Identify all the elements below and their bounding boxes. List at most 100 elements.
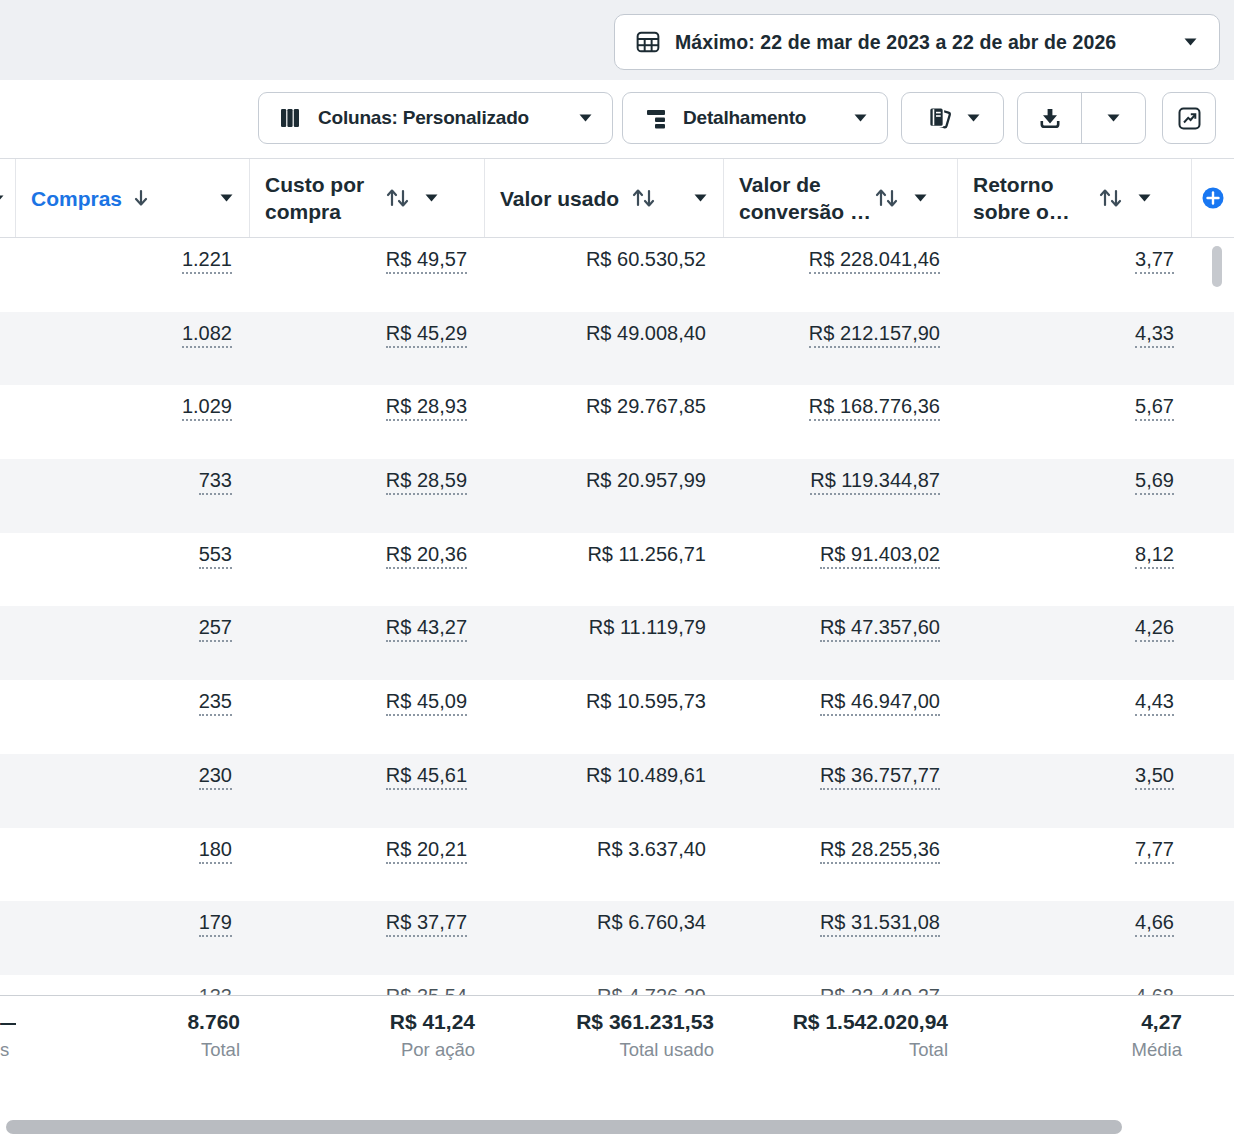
table-row: 235 R$ 45,09 R$ 10.595,73 R$ 46.947,00 4… <box>0 680 1234 754</box>
cell-valor-conversao[interactable]: R$ 168.776,36 <box>724 385 958 459</box>
cell-valor-conversao[interactable]: R$ 31.531,08 <box>724 901 958 975</box>
cell-custo-por-compra[interactable]: R$ 43,27 <box>250 606 485 680</box>
cell-valor-usado: R$ 3.637,40 <box>485 828 724 902</box>
chevron-down-icon <box>1107 114 1120 122</box>
cell-custo-por-compra[interactable]: R$ 45,29 <box>250 312 485 386</box>
chevron-down-icon <box>967 114 980 122</box>
cell-compras[interactable]: 180 <box>16 828 250 902</box>
cell-compras[interactable]: 733 <box>16 459 250 533</box>
vertical-scrollbar[interactable] <box>1212 246 1222 287</box>
chevron-down-icon[interactable] <box>1138 194 1151 202</box>
cell-retorno[interactable]: 7,77 <box>958 828 1192 902</box>
charts-button[interactable] <box>1162 92 1216 144</box>
totals-custo-por-compra: R$ 41,24 Por ação <box>250 1009 485 1091</box>
columns-icon <box>278 106 302 130</box>
cell-retorno[interactable]: 8,12 <box>958 533 1192 607</box>
cell-custo-por-compra[interactable]: R$ 28,59 <box>250 459 485 533</box>
horizontal-scrollbar[interactable] <box>6 1120 1122 1134</box>
cell-valor-conversao[interactable]: R$ 36.757,77 <box>724 754 958 828</box>
cell-valor-conversao[interactable]: R$ 47.357,60 <box>724 606 958 680</box>
table-row: 733 R$ 28,59 R$ 20.957,99 R$ 119.344,87 … <box>0 459 1234 533</box>
cell-valor-conversao[interactable]: R$ 228.041,46 <box>724 238 958 312</box>
chevron-down-icon[interactable] <box>425 194 438 202</box>
cell-valor-conversao[interactable]: R$ 91.403,02 <box>724 533 958 607</box>
cell-compras[interactable]: 230 <box>16 754 250 828</box>
row-right-stub <box>1192 901 1234 975</box>
cell-compras[interactable]: 1.221 <box>16 238 250 312</box>
totals-valor-usado: R$ 361.231,53 Total usado <box>485 1009 724 1091</box>
cell-compras[interactable]: 1.029 <box>16 385 250 459</box>
download-button[interactable] <box>1018 93 1081 143</box>
cell-custo-por-compra[interactable]: R$ 45,09 <box>250 680 485 754</box>
chevron-down-icon[interactable] <box>220 194 233 202</box>
cell-valor-conversao[interactable]: R$ 28.255,36 <box>724 828 958 902</box>
cell-retorno[interactable]: 4,66 <box>958 901 1192 975</box>
date-range-button[interactable]: Máximo: 22 de mar de 2023 a 22 de abr de… <box>614 14 1220 70</box>
breakdown-button[interactable]: Detalhamento <box>622 92 888 144</box>
table-row: 1.029 R$ 28,93 R$ 29.767,85 R$ 168.776,3… <box>0 385 1234 459</box>
column-header-compras[interactable]: Compras <box>16 159 250 237</box>
cell-custo-por-compra[interactable]: R$ 45,61 <box>250 754 485 828</box>
row-right-stub <box>1192 385 1234 459</box>
calendar-icon <box>634 28 662 56</box>
cell-compras[interactable]: 257 <box>16 606 250 680</box>
row-left-stub <box>0 238 16 312</box>
cell-valor-usado: R$ 60.530,52 <box>485 238 724 312</box>
totals-row: — s 8.760 Total R$ 41,24 Por ação R$ 361… <box>0 995 1234 1091</box>
chevron-down-icon[interactable] <box>694 194 707 202</box>
cell-retorno[interactable]: 5,69 <box>958 459 1192 533</box>
add-column-header[interactable] <box>1192 159 1234 237</box>
cell-retorno[interactable]: 4,33 <box>958 312 1192 386</box>
cell-retorno[interactable]: 3,77 <box>958 238 1192 312</box>
cell-valor-usado: R$ 49.008,40 <box>485 312 724 386</box>
export-options-button[interactable] <box>1082 93 1145 143</box>
sort-icon[interactable] <box>1098 187 1123 209</box>
chevron-down-icon <box>1184 38 1197 46</box>
cell-valor-usado: R$ 10.489,61 <box>485 754 724 828</box>
sort-desc-icon <box>133 188 149 208</box>
chevron-down-icon[interactable] <box>914 194 927 202</box>
cell-compras[interactable]: 179 <box>16 901 250 975</box>
column-header-valor-usado[interactable]: Valor usado <box>485 159 724 237</box>
cell-retorno[interactable]: 3,50 <box>958 754 1192 828</box>
cell-compras[interactable]: 235 <box>16 680 250 754</box>
row-left-stub <box>0 533 16 607</box>
cell-valor-conversao[interactable]: R$ 119.344,87 <box>724 459 958 533</box>
sort-icon[interactable] <box>385 187 410 209</box>
columns-button[interactable]: Colunas: Personalizado <box>258 92 613 144</box>
reports-button[interactable] <box>901 92 1004 144</box>
date-range-label: Máximo: 22 de mar de 2023 a 22 de abr de… <box>675 31 1116 54</box>
cell-valor-conversao[interactable]: R$ 46.947,00 <box>724 680 958 754</box>
sort-icon[interactable] <box>874 187 899 209</box>
cell-valor-conversao[interactable]: R$ 212.157,90 <box>724 312 958 386</box>
cell-custo-por-compra[interactable]: R$ 49,57 <box>250 238 485 312</box>
cell-retorno[interactable]: 5,67 <box>958 385 1192 459</box>
cell-retorno[interactable]: 4,43 <box>958 680 1192 754</box>
row-left-stub <box>0 312 16 386</box>
cell-compras[interactable]: 553 <box>16 533 250 607</box>
ads-manager-report: Máximo: 22 de mar de 2023 a 22 de abr de… <box>0 0 1234 1136</box>
chevron-down-icon <box>579 114 592 122</box>
totals-compras: 8.760 Total <box>16 1009 250 1091</box>
table-row: 230 R$ 45,61 R$ 10.489,61 R$ 36.757,77 3… <box>0 754 1234 828</box>
cell-retorno[interactable]: 4,26 <box>958 606 1192 680</box>
table-row: 1.221 R$ 49,57 R$ 60.530,52 R$ 228.041,4… <box>0 238 1234 312</box>
row-right-stub <box>1192 606 1234 680</box>
cell-compras[interactable]: 1.082 <box>16 312 250 386</box>
table-body: 1.221 R$ 49,57 R$ 60.530,52 R$ 228.041,4… <box>0 238 1234 1049</box>
column-header-custo-por-compra[interactable]: Custo por compra <box>250 159 485 237</box>
columns-label: Colunas: Personalizado <box>318 107 529 129</box>
row-left-stub <box>0 680 16 754</box>
trend-chart-icon <box>1176 105 1203 132</box>
cell-custo-por-compra[interactable]: R$ 28,93 <box>250 385 485 459</box>
sort-icon[interactable] <box>631 187 656 209</box>
column-header-retorno[interactable]: Retorno sobre o… <box>958 159 1192 237</box>
cell-valor-usado: R$ 6.760,34 <box>485 901 724 975</box>
cell-custo-por-compra[interactable]: R$ 37,77 <box>250 901 485 975</box>
cell-custo-por-compra[interactable]: R$ 20,36 <box>250 533 485 607</box>
row-left-stub <box>0 754 16 828</box>
row-left-stub <box>0 459 16 533</box>
cell-custo-por-compra[interactable]: R$ 20,21 <box>250 828 485 902</box>
breakdown-label: Detalhamento <box>683 107 806 129</box>
column-header-valor-conversao[interactable]: Valor de conversão … <box>724 159 958 237</box>
